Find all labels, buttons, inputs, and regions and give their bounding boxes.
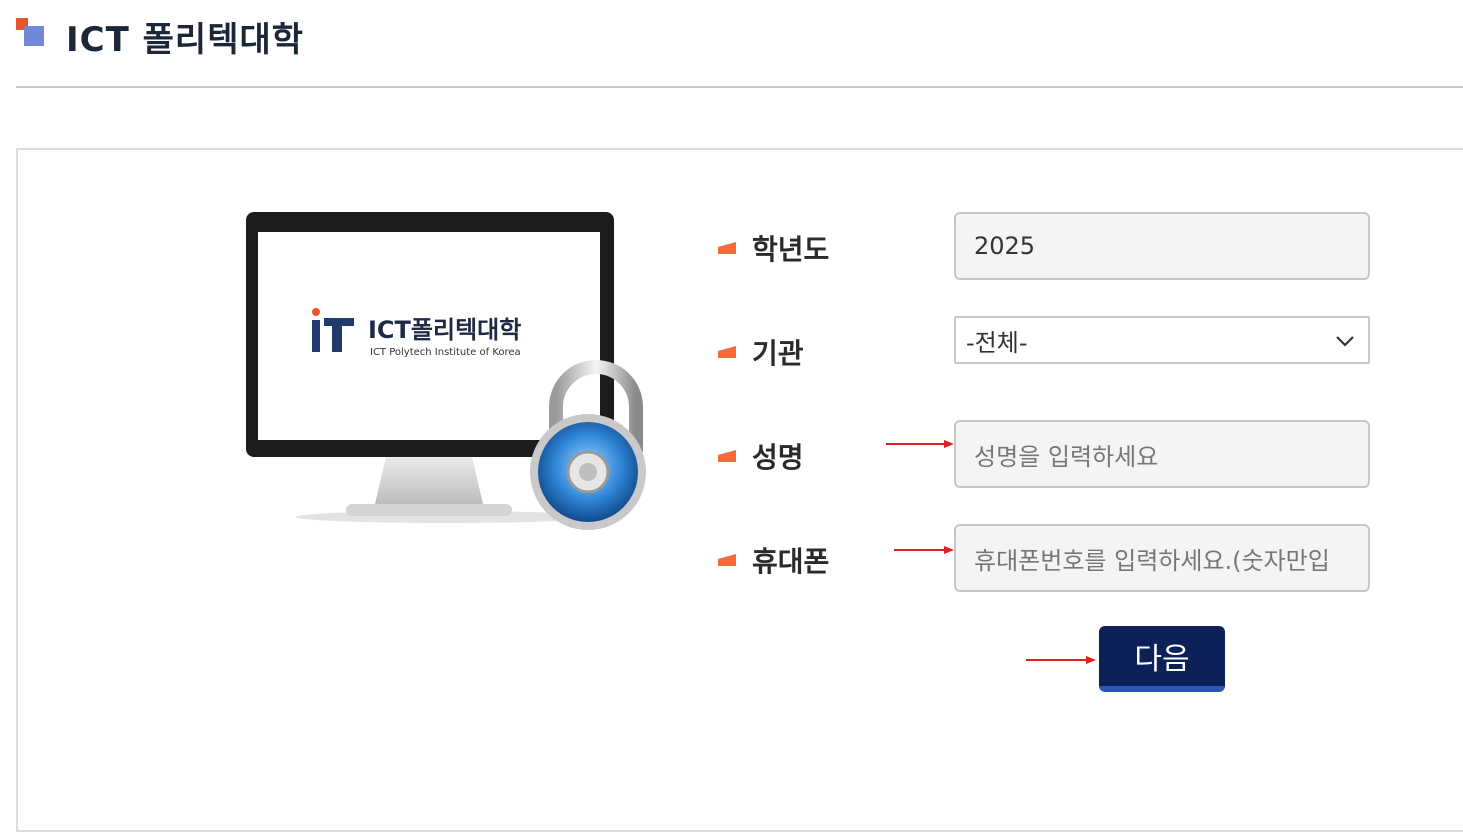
- next-button[interactable]: 다음: [1099, 626, 1225, 692]
- name-input[interactable]: 성명을 입력하세요: [954, 420, 1370, 488]
- monitor-lock-illustration: ICT폴리텍대학 ICT Polytech Institute of Korea: [226, 212, 696, 542]
- page-title: ICT 폴리텍대학: [66, 20, 305, 60]
- red-arrow-icon: [886, 440, 954, 448]
- page-header: ICT 폴리텍대학: [16, 0, 1463, 88]
- chevron-down-icon: [1336, 336, 1354, 347]
- year-label: 학년도: [718, 228, 829, 268]
- red-arrow-icon: [894, 546, 954, 554]
- name-label: 성명: [718, 436, 804, 476]
- year-field[interactable]: 2025: [954, 212, 1370, 280]
- institution-selected-value: -전체-: [966, 328, 1028, 357]
- logo-icon: [16, 18, 46, 48]
- auth-panel: ICT폴리텍대학 ICT Polytech Institute of Korea…: [16, 148, 1463, 832]
- screen-brand-ko: ICT폴리텍대학: [368, 316, 521, 344]
- orange-bullet-icon: [718, 346, 736, 358]
- screen-brand-en: ICT Polytech Institute of Korea: [370, 347, 521, 358]
- orange-bullet-icon: [718, 450, 736, 462]
- institution-select[interactable]: -전체-: [954, 316, 1370, 364]
- orange-bullet-icon: [718, 554, 736, 566]
- phone-input[interactable]: 휴대폰번호를 입력하세요.(숫자만입: [954, 524, 1370, 592]
- orange-bullet-icon: [718, 242, 736, 254]
- phone-label: 휴대폰: [718, 540, 829, 580]
- institution-label: 기관: [718, 332, 804, 372]
- red-arrow-icon: [1026, 656, 1096, 664]
